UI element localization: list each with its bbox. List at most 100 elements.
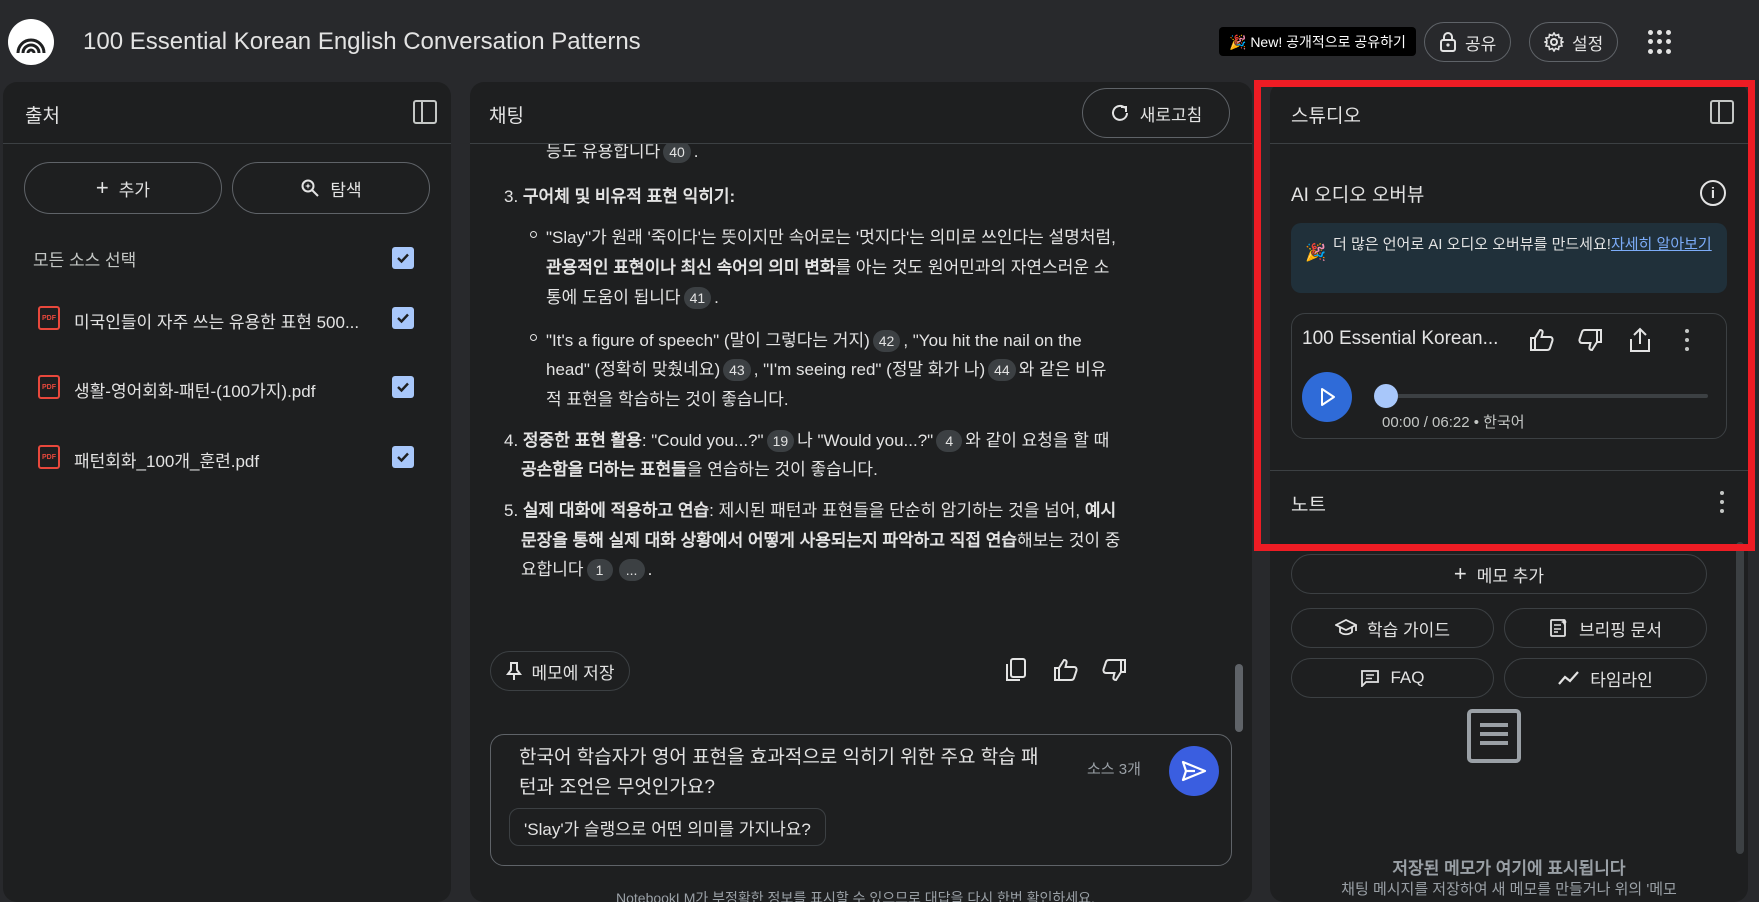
- gear-icon: [1544, 32, 1564, 52]
- thumbs-up-icon[interactable]: [1050, 654, 1082, 686]
- pdf-icon: PDF: [38, 306, 60, 330]
- play-icon: [1321, 388, 1335, 406]
- source-item[interactable]: PDF 패턴회화_100개_훈련.pdf: [3, 437, 451, 477]
- citation-chip[interactable]: 4: [936, 430, 963, 452]
- list-item: 3. 구어체 및 비유적 표현 익히기:: [504, 187, 736, 206]
- info-icon[interactable]: i: [1700, 180, 1726, 206]
- thumbs-down-icon[interactable]: [1572, 322, 1608, 358]
- source-item[interactable]: PDF 미국인들이 자주 쓰는 유용한 표현 500...: [3, 298, 451, 338]
- search-sparkle-icon: [301, 179, 320, 197]
- studio-panel: 스튜디오 AI 오디오 오버뷰 i 🎉 더 많은 언어로 AI 오디오 오버뷰를…: [1270, 82, 1748, 902]
- copy-icon[interactable]: [1000, 654, 1032, 686]
- citation-chip[interactable]: 40: [663, 144, 691, 163]
- checkmark-icon: [397, 253, 409, 264]
- notebook-title[interactable]: 100 Essential Korean English Conversatio…: [83, 28, 641, 56]
- studio-scrollbar[interactable]: [1736, 542, 1744, 854]
- response-line: "Slay"가 원래 '죽이다'는 뜻이지만 속어로는 '멋지다'는 의미로 쓰…: [546, 228, 1116, 247]
- citation-more-chip[interactable]: ...: [618, 559, 645, 581]
- chat-input-box[interactable]: 한국어 학습자가 영어 표현을 효과적으로 익히기 위한 주요 학습 패턴과 조…: [490, 734, 1232, 866]
- study-guide-button[interactable]: 학습 가이드: [1291, 608, 1494, 648]
- citation-chip[interactable]: 44: [988, 359, 1016, 381]
- new-share-badge[interactable]: 🎉 New! 공개적으로 공유하기: [1219, 27, 1416, 56]
- source-checkbox[interactable]: [392, 376, 414, 398]
- plus-icon: +: [95, 175, 109, 200]
- audio-progress-thumb[interactable]: [1374, 384, 1398, 408]
- collapse-sources-icon[interactable]: [413, 100, 437, 124]
- send-icon: [1181, 760, 1207, 782]
- list-item: 4. 정중한 표현 활용: "Could you...?" 19 나 "Would …: [504, 430, 1110, 452]
- refresh-label: 새로고침: [1139, 105, 1203, 125]
- citation-chip[interactable]: 42: [872, 330, 901, 352]
- notebooklm-logo[interactable]: [8, 19, 54, 65]
- share-button[interactable]: 공유: [1424, 22, 1512, 62]
- empty-notes-description: 채팅 메시지를 저장하여 새 메모를 만들거나 위의 '메모: [1341, 881, 1677, 898]
- pin-icon: [505, 662, 522, 680]
- top-bar: 100 Essential Korean English Conversatio…: [0, 0, 1759, 82]
- notes-title: 노트: [1291, 495, 1326, 516]
- audio-time: 00:00 / 06:22 • 한국어: [1382, 414, 1525, 431]
- plus-icon: +: [1453, 561, 1467, 586]
- empty-notes-icon: [1467, 709, 1521, 763]
- select-all-checkbox[interactable]: [392, 247, 414, 269]
- sources-title: 출처: [25, 106, 60, 127]
- faq-button[interactable]: FAQ: [1291, 658, 1494, 698]
- notes-more-icon[interactable]: [1719, 491, 1725, 513]
- chat-panel: 채팅 새로고침 등도 유용합니다 40. 3. 구어체 및 비유적 표현 익히기:…: [470, 82, 1252, 902]
- suggested-question-chip[interactable]: 'Slay'가 슬랭으로 어떤 의미를 가지나요?: [509, 808, 826, 846]
- apps-grid-icon[interactable]: [1648, 30, 1672, 54]
- refresh-icon: [1111, 104, 1128, 121]
- thumbs-up-icon[interactable]: [1524, 322, 1560, 358]
- source-checkbox[interactable]: [392, 446, 414, 468]
- citation-chip[interactable]: 1: [586, 559, 613, 581]
- checkmark-icon: [397, 452, 409, 463]
- audio-progress-track[interactable]: [1386, 394, 1708, 398]
- explore-sources-button[interactable]: 탐색: [232, 162, 430, 214]
- briefing-doc-button[interactable]: 브리핑 문서: [1504, 608, 1707, 648]
- source-item[interactable]: PDF 생활-영어회화-패턴-(100가지).pdf: [3, 367, 451, 407]
- more-options-icon[interactable]: [1684, 329, 1690, 351]
- citation-chip[interactable]: 41: [683, 287, 712, 309]
- chat-response: 등도 유용합니다 40. 3. 구어체 및 비유적 표현 익히기: "Slay"가…: [470, 144, 1252, 654]
- response-line: 통에 도움이 됩니다 41.: [546, 287, 719, 309]
- add-note-button[interactable]: + 메모 추가: [1291, 554, 1707, 594]
- share-label: 공유: [1465, 34, 1497, 54]
- source-checkbox[interactable]: [392, 307, 414, 329]
- send-button[interactable]: [1169, 746, 1219, 796]
- chat-scrollbar[interactable]: [1235, 664, 1243, 732]
- save-to-note-button[interactable]: 메모에 저장: [490, 651, 630, 691]
- chat-input[interactable]: 한국어 학습자가 영어 표현을 효과적으로 익히기 위한 주요 학습 패턴과 조…: [519, 743, 1039, 803]
- citation-chip[interactable]: 19: [766, 430, 795, 452]
- learn-more-link[interactable]: 자세히 알아보기: [1611, 236, 1712, 253]
- studio-header: 스튜디오: [1270, 82, 1748, 144]
- faq-label: FAQ: [1390, 668, 1425, 687]
- play-button[interactable]: [1302, 372, 1352, 422]
- save-note-label: 메모에 저장: [531, 663, 615, 683]
- share-icon[interactable]: [1622, 322, 1658, 358]
- settings-label: 설정: [1572, 34, 1604, 54]
- source-count: 소스 3개: [1087, 761, 1141, 778]
- collapse-studio-icon[interactable]: [1710, 100, 1734, 124]
- divider: [1270, 470, 1748, 471]
- source-name: 패턴회화_100개_훈련.pdf: [74, 452, 260, 471]
- pdf-icon: PDF: [38, 375, 60, 399]
- empty-notes-title: 저장된 메모가 여기에 표시됩니다: [1392, 859, 1626, 878]
- disclaimer-text: NotebookLM가 부정확한 정보를 표시할 수 있으므로 대답을 다시 한…: [616, 890, 1095, 902]
- add-note-label: 메모 추가: [1476, 566, 1545, 586]
- refresh-button[interactable]: 새로고침: [1082, 88, 1230, 138]
- audio-promo-banner: 🎉 더 많은 언어로 AI 오디오 오버뷰를 만드세요!자세히 알아보기: [1291, 223, 1727, 293]
- list-item: 5. 실제 대화에 적용하고 연습: 제시된 패턴과 표현들을 단순히 암기하는…: [504, 501, 1117, 520]
- response-line: 요합니다 1....: [521, 559, 653, 581]
- briefing-doc-label: 브리핑 문서: [1579, 620, 1662, 640]
- study-guide-label: 학습 가이드: [1367, 620, 1450, 640]
- response-line: 적 표현을 학습하는 것이 좋습니다.: [546, 390, 789, 409]
- timeline-button[interactable]: 타임라인: [1504, 658, 1707, 698]
- response-line: head" (정확히 맞췄네요) 43, "I'm seeing red" (정말…: [546, 359, 1107, 381]
- timeline-icon: [1558, 671, 1580, 685]
- thumbs-down-icon[interactable]: [1098, 654, 1130, 686]
- citation-chip[interactable]: 43: [723, 359, 751, 381]
- settings-button[interactable]: 설정: [1529, 22, 1619, 62]
- checkmark-icon: [397, 382, 409, 393]
- add-source-button[interactable]: + 추가: [24, 162, 222, 214]
- sources-header: 출처: [3, 82, 451, 144]
- bullet-dot: [530, 231, 537, 238]
